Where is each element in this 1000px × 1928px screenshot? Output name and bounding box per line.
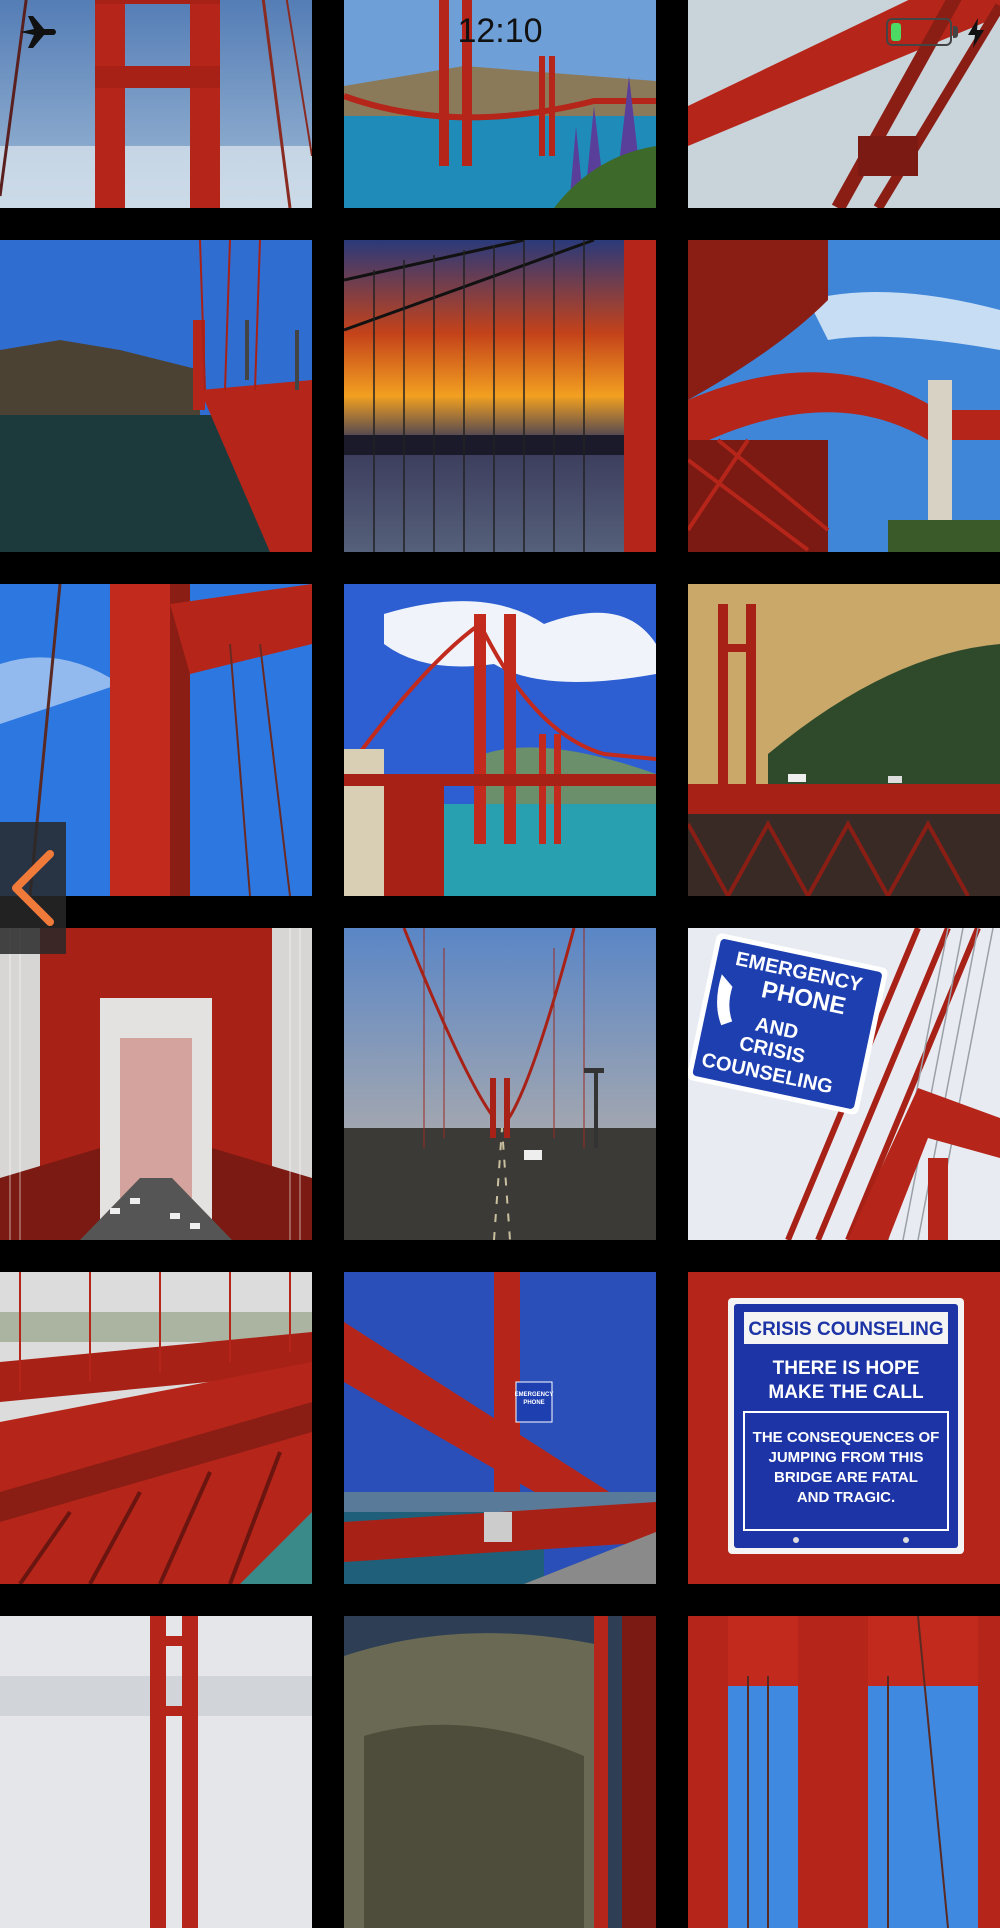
charging-bolt-icon — [968, 18, 984, 48]
photo-tile[interactable] — [0, 240, 312, 552]
photo-tile[interactable] — [344, 584, 656, 896]
photo-tile[interactable] — [0, 928, 312, 1240]
back-button[interactable] — [0, 822, 66, 954]
sign-line: THERE IS HOPE — [773, 1358, 920, 1379]
battery-icon — [886, 18, 952, 46]
photo-tile[interactable]: CRISIS COUNSELING THERE IS HOPE MAKE THE… — [688, 1272, 1000, 1584]
sign-line: THE CONSEQUENCES OF — [753, 1429, 940, 1446]
photo-tile[interactable] — [688, 1616, 1000, 1928]
photo-tile[interactable]: EMERGENCY PHONE — [344, 1272, 656, 1584]
photo-tile[interactable] — [344, 240, 656, 552]
sign-title: CRISIS COUNSELING — [748, 1319, 943, 1340]
battery-level — [891, 23, 902, 41]
sign-line: MAKE THE CALL — [768, 1382, 924, 1403]
sign-line: EMERGENCY — [515, 1392, 554, 1398]
photo-tile[interactable] — [688, 240, 1000, 552]
status-time: 12:10 — [457, 12, 543, 50]
photo-tile[interactable] — [0, 1616, 312, 1928]
sign-line: BRIDGE ARE FATAL — [774, 1469, 918, 1486]
battery-tip — [953, 26, 958, 38]
photo-tile[interactable] — [344, 1616, 656, 1928]
photo-tile[interactable] — [0, 1272, 312, 1584]
photo-tile[interactable] — [344, 928, 656, 1240]
chevron-left-icon — [12, 850, 54, 926]
sign-line: AND TRAGIC. — [797, 1489, 895, 1506]
sign-line: JUMPING FROM THIS — [768, 1449, 923, 1466]
sign-line: PHONE — [523, 1400, 544, 1406]
photo-tile[interactable] — [688, 584, 1000, 896]
status-bar: 12:10 — [0, 0, 1000, 64]
photo-tile[interactable]: EMERGENCY PHONE AND CRISIS COUNSELING — [688, 928, 1000, 1240]
